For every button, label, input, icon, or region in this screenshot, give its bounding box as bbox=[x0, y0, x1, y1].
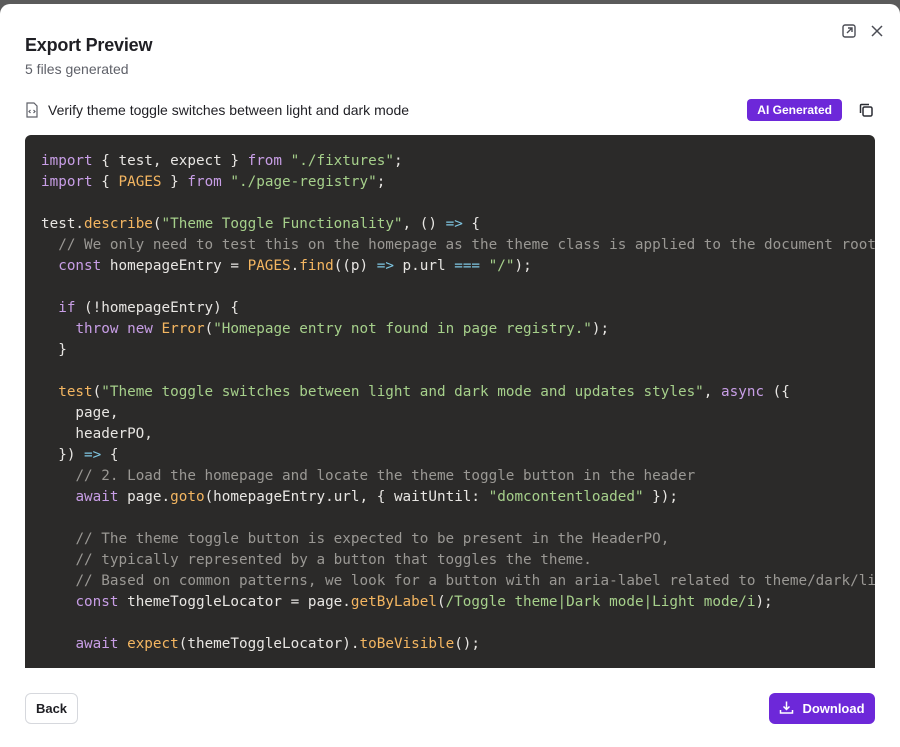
external-link-icon[interactable] bbox=[840, 22, 858, 40]
code-line: await page.goto(homepageEntry.url, { wai… bbox=[75, 489, 678, 505]
copy-icon[interactable] bbox=[857, 101, 875, 119]
code-line: test.describe("Theme Toggle Functionalit… bbox=[41, 216, 481, 232]
dialog-title: Export Preview bbox=[25, 35, 153, 55]
code-line: // Based on common patterns, we look for… bbox=[75, 573, 875, 589]
code-line: // The theme toggle button is expected t… bbox=[75, 531, 670, 547]
code-line: headerPO, bbox=[41, 426, 153, 442]
ai-generated-badge: AI Generated bbox=[747, 99, 842, 121]
code-line: test("Theme toggle switches between ligh… bbox=[58, 384, 790, 400]
file-header: Verify theme toggle switches between lig… bbox=[25, 98, 875, 122]
file-name: Verify theme toggle switches between lig… bbox=[48, 102, 410, 118]
download-label: Download bbox=[802, 701, 865, 716]
code-line: await expect(themeToggleLocator).toBeVis… bbox=[75, 636, 481, 652]
download-icon bbox=[779, 700, 794, 718]
code-line: if (!homepageEntry) { bbox=[58, 300, 239, 316]
close-icon[interactable] bbox=[868, 22, 886, 40]
code-line: } bbox=[41, 342, 67, 358]
file-code-icon bbox=[25, 102, 39, 118]
code-line: // We only need to test this on the home… bbox=[58, 237, 875, 253]
code-line: page, bbox=[41, 405, 119, 421]
code-line: throw new Error("Homepage entry not foun… bbox=[75, 321, 610, 337]
code-line: // 2. Load the homepage and locate the t… bbox=[75, 468, 696, 484]
code-preview[interactable]: import { test, expect } from "./fixtures… bbox=[25, 135, 875, 668]
dialog-top-actions bbox=[840, 22, 886, 40]
code-line: import { PAGES } from "./page-registry"; bbox=[41, 174, 386, 190]
code-line: const themeToggleLocator = page.getByLab… bbox=[75, 594, 773, 610]
code-line: // typically represented by a button tha… bbox=[75, 552, 592, 568]
back-button[interactable]: Back bbox=[25, 693, 78, 724]
code-content: import { test, expect } from "./fixtures… bbox=[41, 151, 875, 655]
code-line: const homepageEntry = PAGES.find((p) => … bbox=[58, 258, 532, 274]
code-line: }) => { bbox=[41, 447, 119, 463]
dialog-subtitle: 5 files generated bbox=[25, 61, 129, 77]
download-button[interactable]: Download bbox=[769, 693, 875, 724]
export-preview-dialog: Export Preview 5 files generated Verify … bbox=[0, 4, 900, 747]
code-line: import { test, expect } from "./fixtures… bbox=[41, 153, 403, 169]
